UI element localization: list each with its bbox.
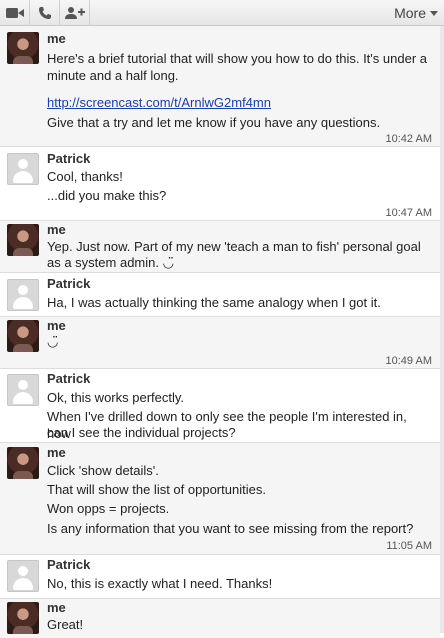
avatar	[7, 602, 39, 634]
message-text: Is any information that you want to see …	[47, 521, 414, 536]
message-text: Click 'show details'.	[47, 463, 159, 478]
message-text: Cool, thanks!	[47, 169, 123, 184]
sender-name: Patrick	[47, 276, 91, 291]
more-menu-button[interactable]: More	[394, 0, 438, 26]
message-text: No, this is exactly what I need. Thanks!	[47, 576, 273, 591]
video-camera-icon	[5, 8, 24, 18]
message-text: Great!	[47, 617, 84, 632]
avatar	[7, 374, 39, 406]
avatar	[7, 224, 39, 256]
message-text: Here's a brief tutorial that will show y…	[47, 51, 427, 66]
timestamp: 10:49 AM	[385, 355, 432, 367]
chat-transcript: me Here's a brief tutorial that will sho…	[0, 26, 444, 638]
message-text: Ha, I was actually thinking the same ana…	[47, 295, 381, 310]
add-person-icon	[64, 7, 85, 19]
phone-icon	[38, 7, 51, 19]
avatar	[7, 153, 39, 185]
message-block: me Click 'show details'. That will show …	[0, 442, 440, 554]
scrollbar[interactable]	[440, 26, 444, 633]
message-block: Patrick Cool, thanks! ...did you make th…	[0, 146, 440, 220]
add-person-button[interactable]	[60, 0, 90, 26]
message-block: me Here's a brief tutorial that will sho…	[0, 26, 440, 146]
avatar	[7, 320, 39, 352]
avatar	[7, 560, 39, 592]
message-text: ...did you make this?	[47, 188, 167, 203]
sender-name: Patrick	[47, 557, 91, 572]
message-link[interactable]: http://screencast.com/t/ArnlwG2mf4mn	[47, 94, 271, 111]
avatar	[7, 32, 39, 64]
message-block: me Yep. Just now. Part of my new 'teach …	[0, 220, 440, 272]
timestamp: 10:42 AM	[385, 133, 432, 145]
timestamp: 10:47 AM	[385, 207, 432, 219]
sender-name: Patrick	[47, 151, 91, 166]
message-block: Patrick Ok, this works perfectly. When I…	[0, 368, 440, 442]
sender-name: Patrick	[47, 371, 91, 386]
message-text: ◡̈	[47, 334, 59, 349]
message-block: me Great!	[0, 598, 440, 638]
sender-name: me	[47, 445, 66, 460]
sender-name: me	[47, 600, 66, 615]
more-label: More	[394, 5, 426, 21]
message-block: Patrick Ha, I was actually thinking the …	[0, 272, 440, 316]
message-text: as a system admin. ◡̈	[47, 255, 174, 270]
message-text: Won opps = projects.	[47, 501, 170, 516]
message-text: minute and a half long.	[47, 68, 179, 83]
avatar	[7, 447, 39, 479]
chevron-down-icon	[430, 10, 438, 16]
voice-call-button[interactable]	[30, 0, 60, 26]
sender-name: me	[47, 222, 66, 237]
message-text: That will show the list of opportunities…	[47, 482, 266, 497]
message-text: Ok, this works perfectly.	[47, 390, 185, 405]
sender-name: me	[47, 31, 66, 46]
message-text: can I see the individual projects?	[47, 425, 236, 440]
message-block: Patrick No, this is exactly what I need.…	[0, 554, 440, 598]
message-text: Give that a try and let me know if you h…	[47, 115, 381, 130]
timestamp: 11:05 AM	[386, 540, 432, 552]
message-text: Yep. Just now. Part of my new 'teach a m…	[47, 239, 421, 254]
avatar	[7, 279, 39, 311]
video-call-button[interactable]	[0, 0, 30, 26]
sender-name: me	[47, 318, 66, 333]
message-block: me ◡̈ 10:49 AM	[0, 316, 440, 368]
chat-toolbar: More	[0, 0, 444, 26]
